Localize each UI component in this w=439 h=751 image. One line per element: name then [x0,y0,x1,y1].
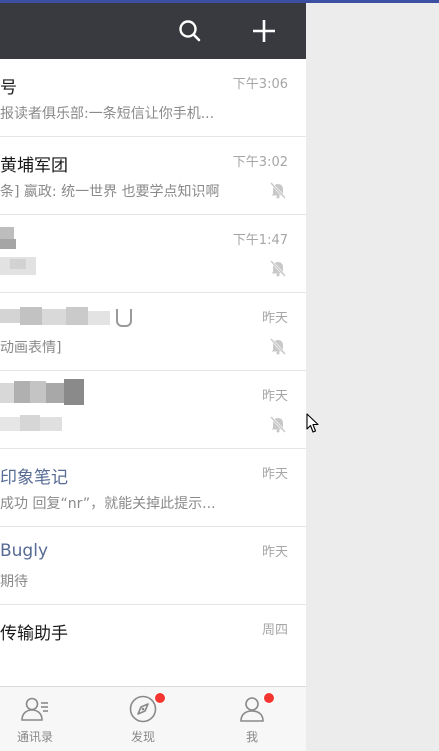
pixelated-name [0,307,135,337]
search-icon [179,20,201,42]
chat-row[interactable]: 号 报读者俱乐部:一条短信让你手机... 下午3:06 [0,59,306,137]
chat-preview: 动画表情] [0,340,62,356]
chat-row[interactable]: Bugly 期待 昨天 [0,527,306,605]
chat-preview: 成功 回复“nr”，就能关掉此提示... [0,496,216,512]
chat-name: 黄埔军团 [0,156,68,176]
chat-time: 下午3:02 [232,155,288,170]
contacts-icon [19,693,51,725]
mouse-cursor-icon [306,413,319,433]
top-bar [0,3,306,59]
chat-preview: 报读者俱乐部:一条短信让你手机... [0,106,215,122]
chat-name: 印象笔记 [0,468,68,488]
chat-name: 传输助手 [0,624,68,644]
chat-row[interactable]: 印象笔记 成功 回复“nr”，就能关掉此提示... 昨天 [0,449,306,527]
tab-me[interactable]: 我 [217,687,287,751]
search-button[interactable] [172,13,208,49]
pixelated-preview [0,253,120,283]
chat-time: 昨天 [261,311,288,326]
tab-contacts[interactable]: 通讯录 [0,687,70,751]
tab-discover[interactable]: 发现 [108,687,178,751]
chat-time: 昨天 [261,467,288,482]
discover-badge-dot [154,692,166,704]
pixelated-name [0,377,90,413]
chat-time: 昨天 [261,545,288,560]
chat-row[interactable]: 传输助手 周四 [0,605,306,682]
pixelated-name [0,223,120,253]
add-button[interactable] [246,13,282,49]
chat-time: 下午3:06 [232,77,288,92]
mute-bell-icon [268,180,288,200]
chat-name: Bugly [0,541,49,561]
chat-row[interactable]: 下午1:47 [0,215,306,293]
chat-preview: 期待 [0,574,28,590]
chat-time: 周四 [261,623,288,638]
chat-row[interactable]: 黄埔军团 条] 嬴政: 统一世界 也要学点知识啊 下午3:02 [0,137,306,215]
tab-contacts-label: 通讯录 [16,730,53,744]
wechat-phone-screen: 号 报读者俱乐部:一条短信让你手机... 下午3:06 黄埔军团 条] 嬴政: … [0,3,306,751]
mute-bell-icon [268,414,288,434]
tab-discover-label: 发现 [130,730,155,744]
mute-bell-icon [268,258,288,278]
me-badge-dot [263,692,275,704]
chat-preview: 条] 嬴政: 统一世界 也要学点知识啊 [0,184,220,200]
plus-icon [253,20,275,42]
chat-list: 号 报读者俱乐部:一条短信让你手机... 下午3:06 黄埔军团 条] 嬴政: … [0,59,306,682]
chat-row[interactable]: 动画表情] 昨天 [0,293,306,371]
chat-time: 昨天 [261,389,288,404]
pixelated-preview [0,415,80,437]
chat-name: 号 [0,78,17,98]
bottom-tab-bar: 通讯录 发现 我 [0,686,306,751]
tab-me-label: 我 [245,730,258,744]
chat-time: 下午1:47 [232,233,288,248]
mute-bell-icon [268,336,288,356]
chat-row[interactable]: 昨天 [0,371,306,449]
